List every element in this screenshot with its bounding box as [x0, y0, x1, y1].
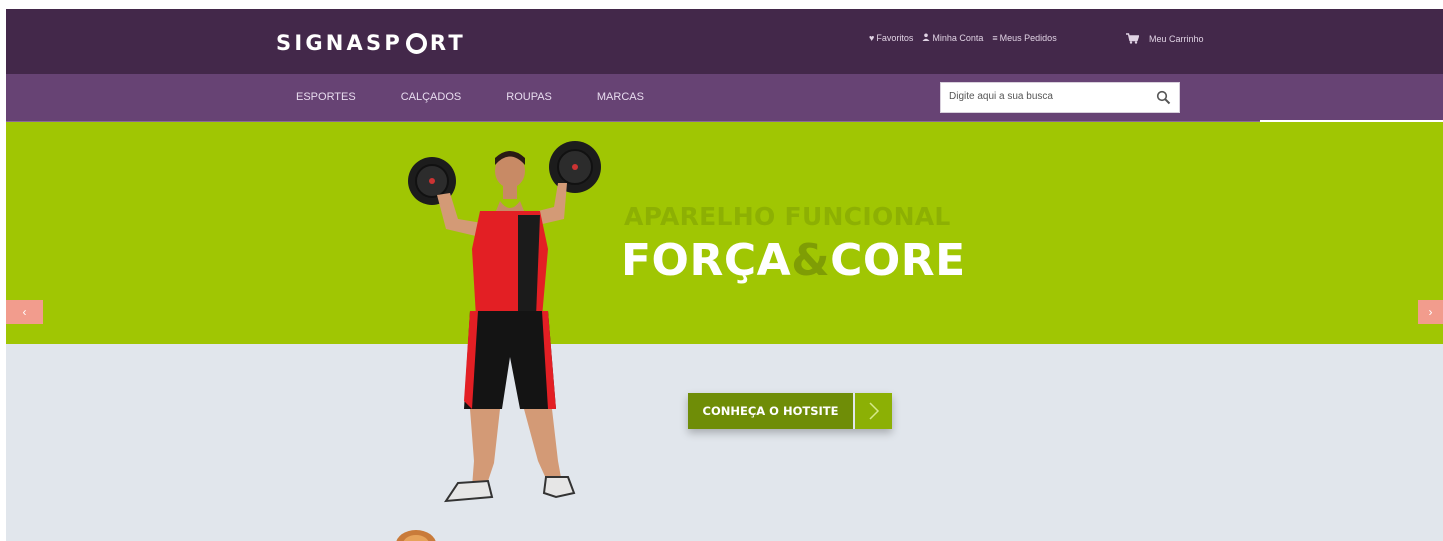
hero-banner-bottom [6, 344, 1443, 541]
search-box [940, 82, 1180, 113]
signasport-logo[interactable]: SIGNASP RT [276, 31, 466, 55]
category-menu: ESPORTES CALÇADOS ROUPAS MARCAS [296, 91, 689, 103]
favorites-link[interactable]: ♥ Favoritos [869, 33, 913, 43]
hero-title-part2: CORE [830, 235, 966, 286]
nav-item-roupas[interactable]: ROUPAS [506, 91, 552, 103]
my-account-label: Minha Conta [932, 33, 984, 43]
athlete-with-dumbbells-image [408, 141, 601, 503]
chevron-right-icon [855, 393, 892, 429]
slider-prev-button[interactable]: ‹ [6, 300, 43, 324]
hero-banner-top[interactable] [6, 122, 1443, 344]
nav-item-marcas[interactable]: MARCAS [597, 91, 644, 103]
search-input[interactable] [949, 91, 1149, 102]
cta-label: CONHEÇA O HOTSITE [688, 393, 853, 429]
slider-next-button[interactable]: › [1418, 300, 1443, 324]
cart-icon [1126, 33, 1139, 44]
hotsite-cta-button[interactable]: CONHEÇA O HOTSITE [688, 393, 892, 429]
hero-subtitle: APARELHO FUNCIONAL [624, 202, 951, 231]
hero-title-amp: & [791, 235, 831, 286]
heart-icon: ♥ [869, 33, 875, 43]
product-thumbnail-image [396, 530, 436, 541]
my-account-link[interactable]: Minha Conta [922, 33, 983, 43]
cart-link[interactable]: Meu Carrinho [1126, 33, 1204, 44]
nav-item-calcados[interactable]: CALÇADOS [401, 91, 462, 103]
my-orders-label: Meus Pedidos [999, 33, 1057, 43]
cart-label: Meu Carrinho [1149, 33, 1204, 44]
user-icon [922, 33, 930, 43]
nav-item-esportes[interactable]: ESPORTES [296, 91, 356, 103]
hero-title-part1: FORÇA [621, 235, 792, 286]
page-frame: SIGNASP RT ♥ Favoritos Minha Conta ≡ Meus… [6, 9, 1443, 541]
main-nav: ESPORTES CALÇADOS ROUPAS MARCAS [6, 74, 1443, 123]
search-icon[interactable] [1156, 90, 1171, 110]
chevron-left-icon: ‹ [22, 305, 27, 319]
list-icon: ≡ [992, 33, 998, 43]
my-orders-link[interactable]: ≡ Meus Pedidos [992, 33, 1056, 43]
hero-title: FORÇA&CORE [621, 235, 966, 286]
account-links: ♥ Favoritos Minha Conta ≡ Meus Pedidos [869, 33, 1066, 43]
chevron-right-icon: › [1428, 305, 1433, 319]
top-header: SIGNASP RT ♥ Favoritos Minha Conta ≡ Meus… [6, 9, 1443, 74]
favorites-label: Favoritos [876, 33, 914, 43]
